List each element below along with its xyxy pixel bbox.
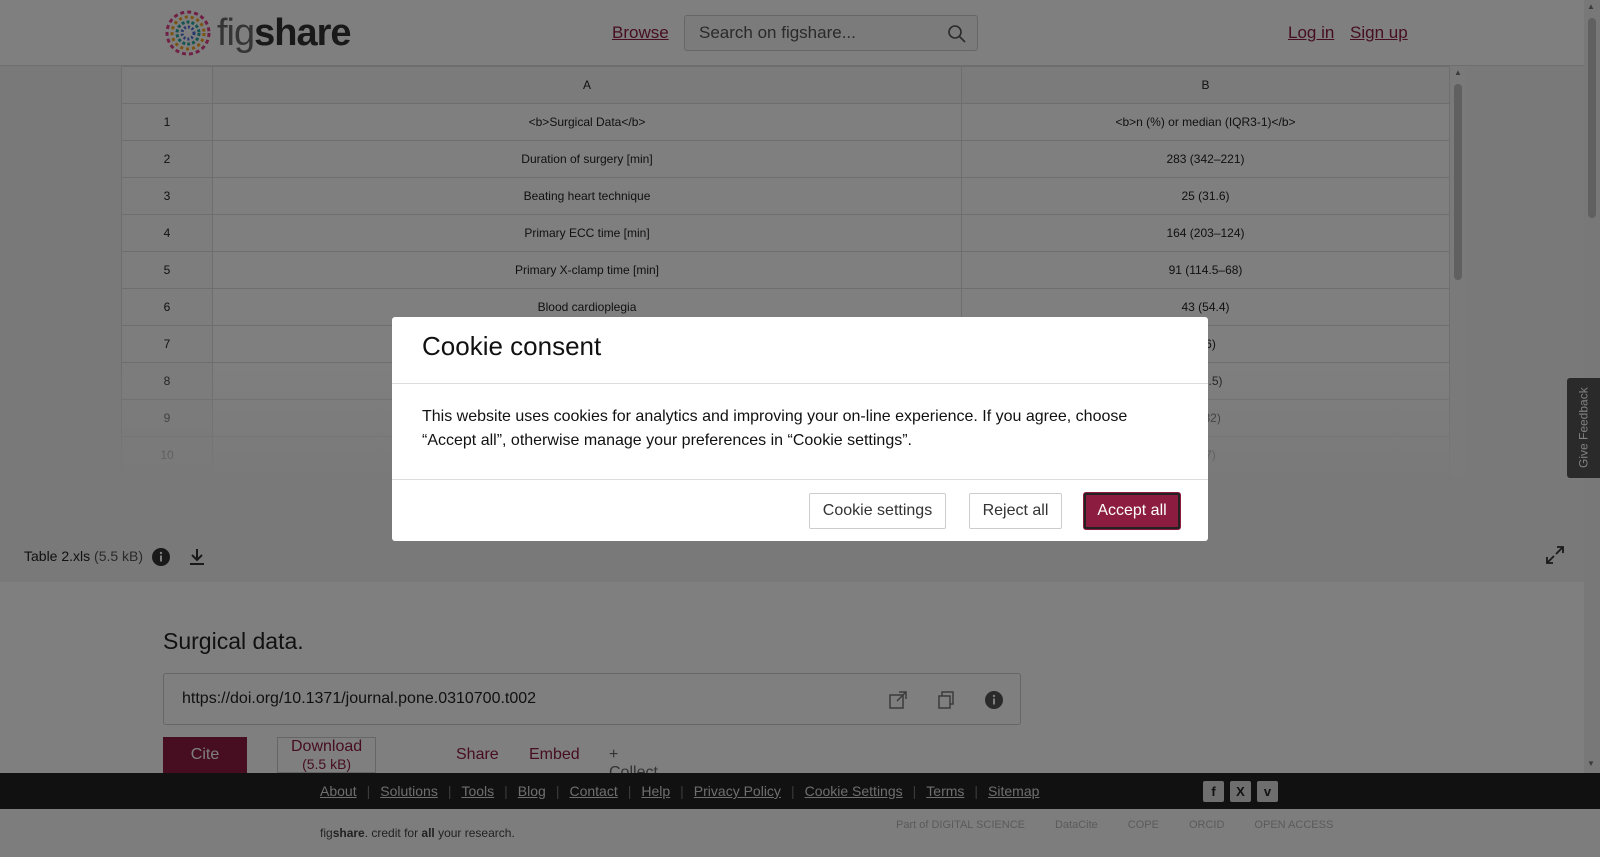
- cookie-settings-button[interactable]: Cookie settings: [809, 493, 946, 529]
- cookie-dialog-title: Cookie consent: [422, 331, 602, 361]
- reject-all-button[interactable]: Reject all: [969, 493, 1062, 529]
- cookie-dialog-body: This website uses cookies for analytics …: [392, 384, 1208, 480]
- cookie-consent-dialog: Cookie consent This website uses cookies…: [392, 317, 1208, 541]
- cookie-dialog-header: Cookie consent: [392, 317, 1208, 384]
- cookie-dialog-footer: Cookie settings Reject all Accept all: [392, 480, 1208, 540]
- accept-all-button[interactable]: Accept all: [1084, 493, 1180, 529]
